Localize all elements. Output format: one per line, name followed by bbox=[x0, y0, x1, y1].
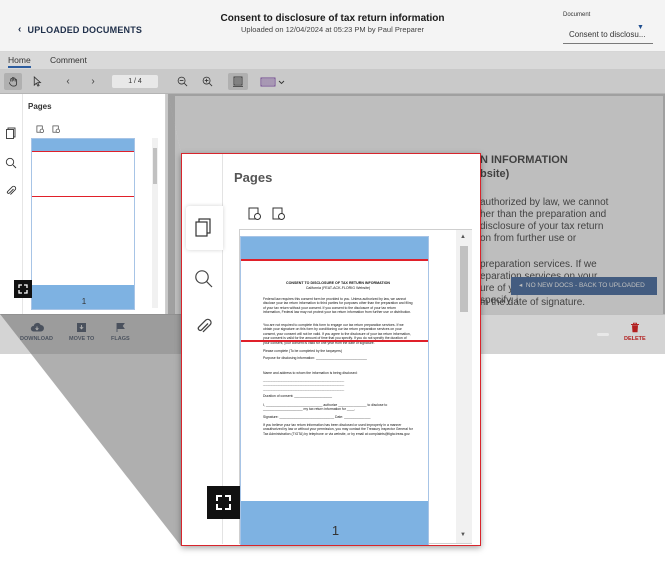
pages-title: Pages bbox=[234, 170, 273, 185]
delete-label: DELETE bbox=[624, 336, 646, 342]
select-pointer-icon[interactable] bbox=[28, 73, 46, 90]
page-view-icon[interactable] bbox=[228, 73, 248, 90]
scrollbar-thumb[interactable] bbox=[460, 246, 468, 312]
page-thumbnail[interactable]: CONSENT TO DISCLOSURE OF TAX RETURN INFO… bbox=[240, 236, 429, 545]
thumb-paragraph: If you believe your tax return informati… bbox=[263, 423, 413, 436]
pan-hand-icon[interactable] bbox=[4, 73, 22, 90]
cloud-download-icon bbox=[30, 322, 44, 332]
thumb-red-line bbox=[241, 259, 428, 261]
scroll-down-icon[interactable]: ▼ bbox=[460, 532, 466, 538]
thumb-paragraph: Duration of consent: ___________________… bbox=[263, 394, 333, 398]
redaction-tool-icon[interactable] bbox=[258, 73, 288, 90]
search-icon[interactable] bbox=[194, 269, 214, 294]
thumb-heading: CONSENT TO DISCLOSURE OF TAX RETURN INFO… bbox=[285, 281, 391, 285]
delete-button[interactable]: DELETE bbox=[624, 322, 646, 342]
thumb-paragraph: Purpose for disclosing information: ____… bbox=[263, 356, 367, 360]
thumb-paragraph: I, ______________________________ author… bbox=[263, 403, 388, 412]
thumb-red-line bbox=[241, 340, 428, 342]
notification-banner[interactable]: ◂ NO NEW DOCS - BACK TO UPLOADED bbox=[511, 277, 657, 295]
pages-icon[interactable] bbox=[5, 127, 17, 145]
thumbnail-list[interactable]: CONSENT TO DISCLOSURE OF TAX RETURN INFO… bbox=[239, 229, 472, 545]
page-heading-fragment: N INFORMATION bbox=[480, 154, 568, 166]
thumbnail-scrollbar[interactable] bbox=[152, 138, 158, 308]
top-header: ‹ UPLOADED DOCUMENTS Consent to disclosu… bbox=[0, 0, 665, 52]
document-select-label: Document bbox=[563, 12, 591, 18]
thumbnail-tools bbox=[248, 207, 286, 226]
attachment-icon[interactable] bbox=[5, 184, 17, 202]
thumbnail-scrollbar[interactable]: ▲ ▼ bbox=[456, 230, 472, 543]
fullscreen-button-small[interactable] bbox=[14, 280, 32, 298]
divider-dash bbox=[597, 333, 609, 336]
thumb-subheading: California (FEAT-ACK-FLORIG Website) bbox=[305, 286, 371, 290]
fullscreen-button[interactable] bbox=[207, 486, 240, 519]
move-to-button[interactable]: MOVE TO bbox=[69, 322, 94, 342]
page-indicator[interactable]: 1 / 4 bbox=[112, 75, 158, 88]
attachment-icon[interactable] bbox=[194, 317, 214, 342]
next-page-icon[interactable]: › bbox=[85, 73, 101, 90]
app-window: ‹ UPLOADED DOCUMENTS Consent to disclosu… bbox=[0, 0, 665, 566]
search-icon[interactable] bbox=[5, 156, 17, 174]
page-text-line: her than the preparation and bbox=[480, 209, 607, 220]
page-thumbnail-small[interactable]: 1 bbox=[31, 138, 135, 310]
thumb-top-band bbox=[241, 237, 428, 259]
thumb-page-number: 1 bbox=[331, 523, 340, 538]
previous-page-icon[interactable]: ‹ bbox=[60, 73, 76, 90]
tab-home[interactable]: Home bbox=[8, 55, 31, 68]
extract-page-icon[interactable] bbox=[272, 207, 286, 226]
scrollbar-thumb[interactable] bbox=[153, 148, 157, 184]
pages-icon[interactable] bbox=[194, 218, 212, 243]
thumb-paragraph: Signature: _____________________________… bbox=[263, 415, 371, 419]
pages-title: Pages bbox=[28, 102, 52, 111]
trash-icon bbox=[630, 322, 639, 333]
page-subheading-fragment: bsite) bbox=[480, 168, 510, 180]
download-label: DOWNLOAD bbox=[20, 336, 53, 342]
thumb-paragraph: Name and address to whom the information… bbox=[263, 371, 358, 375]
move-to-icon bbox=[77, 323, 87, 332]
thumb-page-number: 1 bbox=[81, 297, 87, 306]
page-text-line: authorized by law, we cannot bbox=[480, 197, 609, 208]
thumb-paragraph: Please complete (To be completed by the … bbox=[263, 349, 342, 353]
thumb-paragraph: Federal law requires this consent form b… bbox=[263, 297, 413, 315]
chevron-left-icon: ◂ bbox=[519, 282, 526, 289]
tab-bar: Home Comment bbox=[0, 52, 665, 69]
fullscreen-icon bbox=[216, 495, 231, 510]
flag-icon bbox=[116, 323, 125, 332]
download-button[interactable]: DOWNLOAD bbox=[20, 322, 53, 342]
thumb-red-line bbox=[32, 151, 134, 152]
rotate-page-icon[interactable] bbox=[36, 121, 45, 139]
page-text-line: preparation services. If we bbox=[480, 259, 597, 270]
viewer-toolbar: ‹ › 1 / 4 bbox=[0, 69, 665, 94]
flags-label: FLAGS bbox=[111, 336, 130, 342]
thumb-blank-lines: ________________________________________… bbox=[263, 378, 344, 391]
notification-text: NO NEW DOCS - BACK TO UPLOADED bbox=[525, 282, 645, 289]
zoom-in-icon[interactable] bbox=[198, 73, 216, 90]
thumb-red-line bbox=[32, 196, 134, 197]
move-to-label: MOVE TO bbox=[69, 336, 95, 342]
page-text-line: disclosure of your tax return bbox=[480, 221, 604, 232]
zoom-out-icon[interactable] bbox=[173, 73, 191, 90]
thumb-top-band bbox=[32, 139, 134, 151]
tab-comment[interactable]: Comment bbox=[50, 55, 87, 65]
rotate-page-icon[interactable] bbox=[248, 207, 262, 226]
extract-page-icon[interactable] bbox=[52, 121, 61, 139]
page-text-line-last: m the date of signature. bbox=[480, 297, 586, 308]
flags-button[interactable]: FLAGS bbox=[111, 322, 130, 342]
zoomed-thumbnail-callout: Pages CONSENT TO DISCLOSURE OF TAX RETUR… bbox=[181, 153, 481, 546]
scroll-up-icon[interactable]: ▲ bbox=[460, 234, 466, 240]
caret-down-icon[interactable]: ▼ bbox=[637, 24, 644, 31]
page-text-line: on from further use or bbox=[480, 233, 577, 244]
